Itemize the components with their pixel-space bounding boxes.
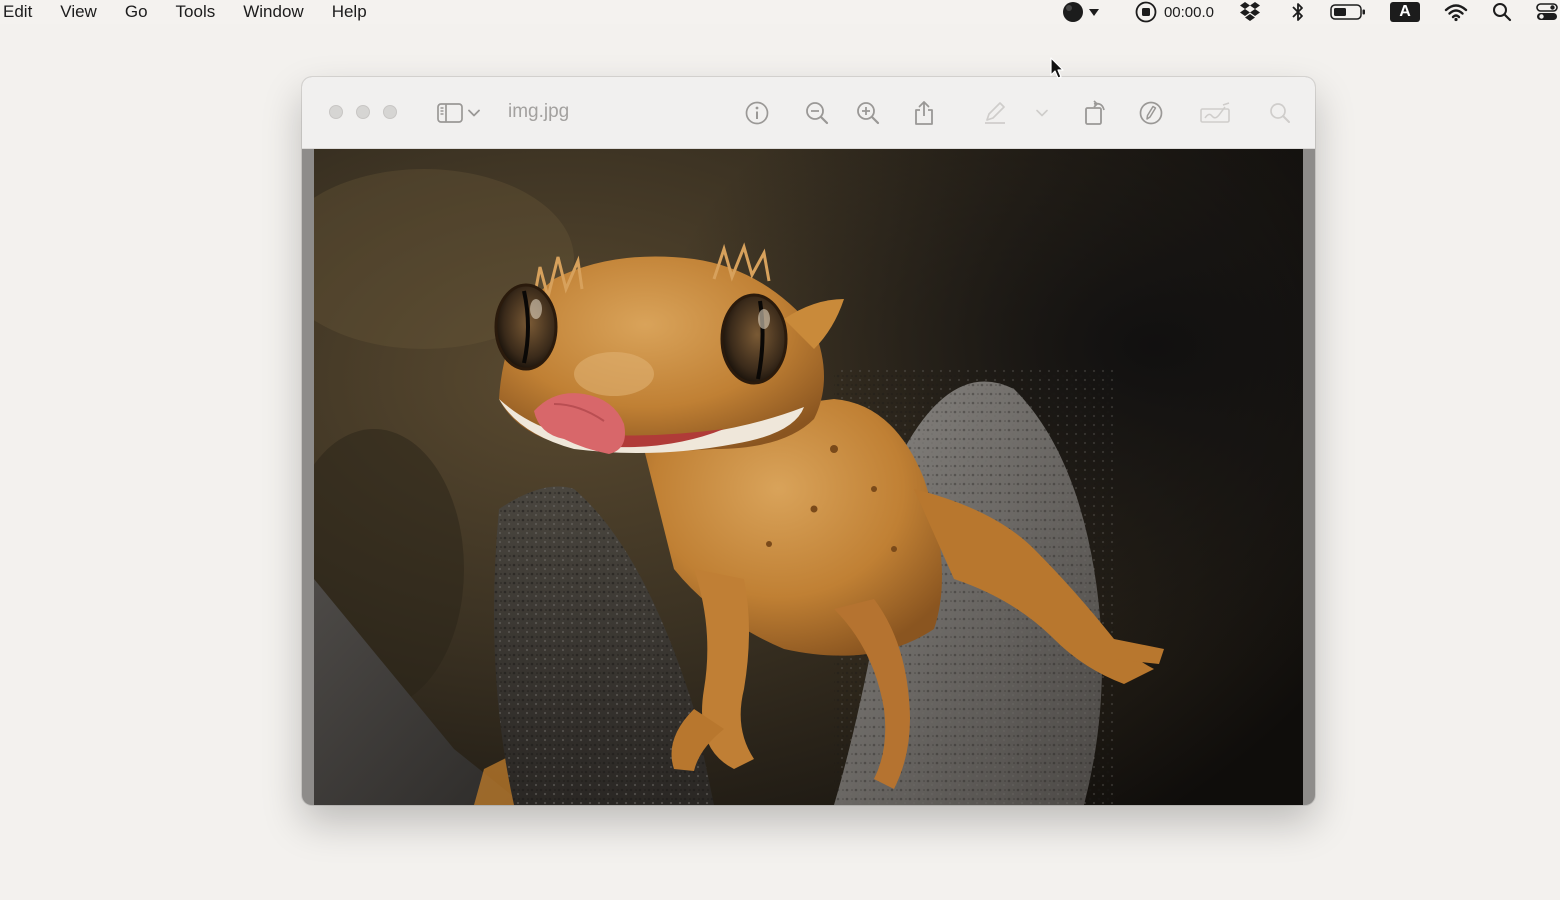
document-title: img.jpg bbox=[508, 101, 570, 122]
zoom-in-icon[interactable] bbox=[852, 97, 884, 129]
dropbox-icon[interactable] bbox=[1240, 0, 1260, 24]
record-stop-icon bbox=[1135, 1, 1157, 23]
zoom-button[interactable] bbox=[383, 105, 397, 119]
menu-list: Edit View Go Tools Window Help bbox=[0, 0, 381, 24]
markup-pen-icon[interactable] bbox=[979, 97, 1011, 129]
recording-timer[interactable]: 00:00.0 bbox=[1134, 0, 1214, 24]
input-source-icon[interactable]: A bbox=[1390, 0, 1420, 24]
gecko-image bbox=[314, 149, 1303, 805]
sidebar-toggle-icon[interactable] bbox=[434, 97, 466, 129]
menu-view[interactable]: View bbox=[46, 0, 111, 24]
minimize-button[interactable] bbox=[356, 105, 370, 119]
status-area: 00:00.0 A bbox=[1060, 0, 1560, 24]
control-center-icon[interactable] bbox=[1536, 0, 1558, 24]
menu-window[interactable]: Window bbox=[229, 0, 317, 24]
preview-window: img.jpg bbox=[302, 77, 1315, 805]
window-toolbar: img.jpg bbox=[302, 77, 1315, 149]
info-icon[interactable] bbox=[741, 97, 773, 129]
menu-tools[interactable]: Tools bbox=[162, 0, 230, 24]
bluetooth-icon[interactable] bbox=[1290, 0, 1306, 24]
spotlight-search-icon[interactable] bbox=[1492, 0, 1512, 24]
rotate-icon[interactable] bbox=[1079, 97, 1111, 129]
signature-icon[interactable] bbox=[1196, 97, 1236, 129]
menu-help[interactable]: Help bbox=[318, 0, 381, 24]
chevron-down-icon[interactable] bbox=[466, 97, 482, 129]
menu-bar: Edit View Go Tools Window Help 00:00.0 A bbox=[0, 0, 1560, 24]
input-source-label: A bbox=[1390, 2, 1420, 22]
recording-time-label: 00:00.0 bbox=[1163, 3, 1214, 21]
wifi-icon[interactable] bbox=[1444, 0, 1468, 24]
battery-icon[interactable] bbox=[1330, 0, 1366, 24]
zoom-out-icon[interactable] bbox=[801, 97, 833, 129]
share-icon[interactable] bbox=[908, 97, 940, 129]
screen-record-menu-icon[interactable] bbox=[1060, 0, 1108, 24]
gecko-photo bbox=[314, 149, 1303, 805]
mouse-pointer-icon bbox=[1049, 57, 1065, 86]
menu-edit[interactable]: Edit bbox=[0, 0, 46, 24]
search-icon[interactable] bbox=[1264, 97, 1296, 129]
markup-toolbar-icon[interactable] bbox=[1135, 97, 1167, 129]
chevron-down-icon[interactable] bbox=[1034, 97, 1050, 129]
close-button[interactable] bbox=[329, 105, 343, 119]
menu-go[interactable]: Go bbox=[111, 0, 162, 24]
